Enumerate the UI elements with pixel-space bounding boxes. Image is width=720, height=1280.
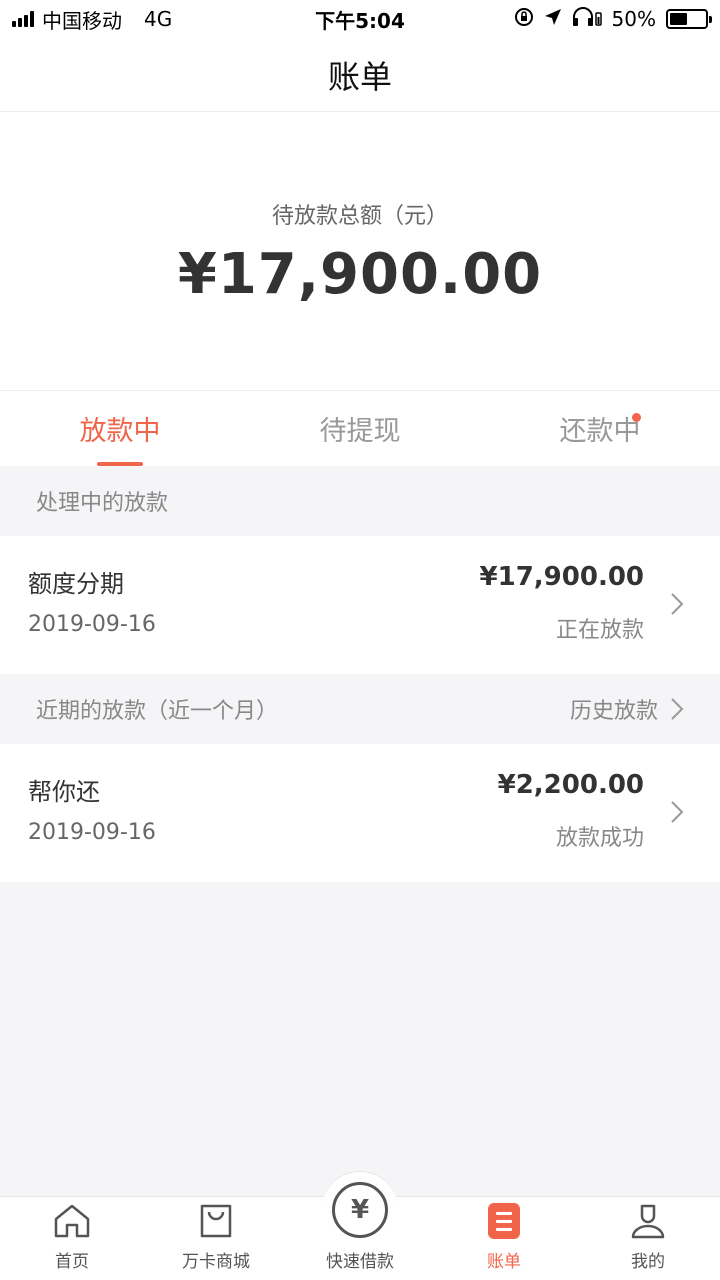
summary-label: 待放款总额（元）	[271, 204, 448, 229]
signal-icon	[12, 11, 34, 27]
bill-icon	[488, 1203, 520, 1239]
battery-icon	[666, 9, 712, 29]
record-amount: ¥2,200.00	[497, 770, 644, 800]
tabbar-item-bill[interactable]: 账单	[432, 1197, 576, 1280]
summary-amount: ¥17,900.00	[177, 242, 543, 307]
chevron-right-icon	[670, 592, 684, 616]
tab-pending-withdrawal[interactable]: 待提现	[240, 391, 480, 466]
carrier-name: 中国移动	[42, 8, 122, 33]
rotation-lock-icon	[514, 7, 534, 32]
nav-bar: 账单	[0, 38, 720, 112]
record-name: 帮你还	[28, 778, 100, 806]
section-title: 处理中的放款	[36, 491, 169, 516]
tabbar-item-mine[interactable]: 我的	[576, 1197, 720, 1280]
summary-card: 待放款总额（元） ¥17,900.00	[0, 112, 720, 390]
tabs: 放款中 待提现 还款中	[0, 390, 720, 466]
battery-fill	[670, 13, 687, 25]
record-status: 正在放款	[555, 618, 644, 643]
record-status: 放款成功	[555, 826, 644, 851]
tab-label: 放款中	[79, 416, 161, 447]
record-date: 2019-09-16	[28, 612, 156, 637]
section-header-processing: 处理中的放款	[0, 466, 720, 536]
network-type: 4G	[144, 7, 173, 31]
shopping-bag-icon	[199, 1199, 233, 1243]
tabbar-label: 账单	[487, 1252, 521, 1272]
tab-repaying[interactable]: 还款中	[480, 391, 720, 466]
battery-percent: 50%	[611, 7, 656, 31]
yen-circle-icon: ¥	[332, 1181, 388, 1238]
tabbar-label: 万卡商城	[182, 1252, 250, 1272]
chevron-right-icon	[670, 697, 684, 721]
user-icon	[630, 1199, 666, 1243]
clock: 下午5:04	[315, 8, 405, 33]
headphones-icon	[572, 6, 602, 32]
status-bar: 中国移动 4G 下午5:04 50%	[0, 0, 720, 38]
home-icon	[53, 1199, 91, 1243]
notification-dot	[632, 413, 641, 422]
tabbar-label: 快速借款	[326, 1252, 394, 1272]
list-item[interactable]: 额度分期 2019-09-16 ¥17,900.00 正在放款	[0, 536, 720, 674]
tab-label: 还款中	[559, 416, 641, 447]
record-name: 额度分期	[28, 570, 124, 598]
section-title: 近期的放款（近一个月）	[36, 699, 279, 724]
tabbar-item-home[interactable]: 首页	[0, 1197, 144, 1280]
tabbar-label: 首页	[55, 1252, 89, 1272]
section-header-recent: 近期的放款（近一个月） 历史放款	[0, 674, 720, 744]
tabbar-label: 我的	[631, 1252, 665, 1272]
location-icon	[544, 7, 562, 31]
page-title: 账单	[327, 57, 392, 96]
record-date: 2019-09-16	[28, 820, 156, 845]
tabbar-item-mall[interactable]: 万卡商城	[144, 1197, 288, 1280]
tab-lending[interactable]: 放款中	[0, 391, 240, 466]
list-item[interactable]: 帮你还 2019-09-16 ¥2,200.00 放款成功	[0, 744, 720, 882]
tabbar-item-quick-loan[interactable]: ¥ 快速借款	[288, 1171, 432, 1280]
chevron-right-icon	[670, 800, 684, 824]
history-link[interactable]: 历史放款	[570, 693, 684, 725]
bill-page: 中国移动 4G 下午5:04 50% 账单 待放款总额（元） ¥17,900.0…	[0, 0, 720, 1280]
history-link-label: 历史放款	[569, 699, 658, 724]
record-amount: ¥17,900.00	[479, 562, 644, 592]
tab-label: 待提现	[319, 416, 401, 447]
bottom-tab-bar: 首页 万卡商城 ¥ 快速借款 账单 我的	[0, 1171, 720, 1280]
